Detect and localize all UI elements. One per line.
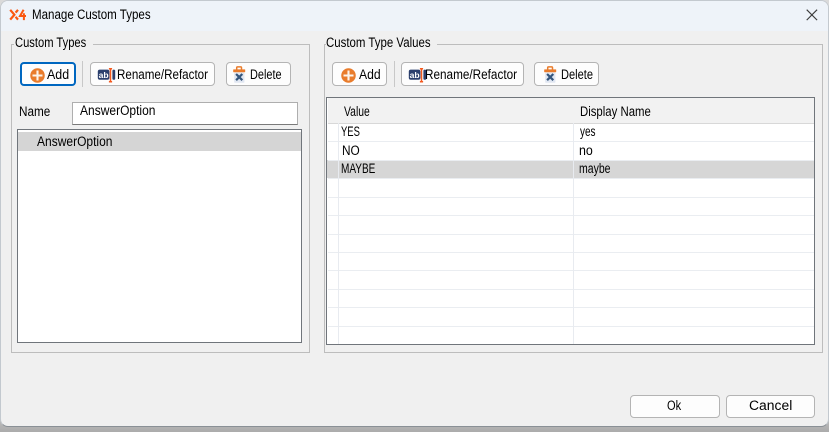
svg-text:ab: ab <box>409 70 419 80</box>
svg-text:ab: ab <box>99 70 109 80</box>
